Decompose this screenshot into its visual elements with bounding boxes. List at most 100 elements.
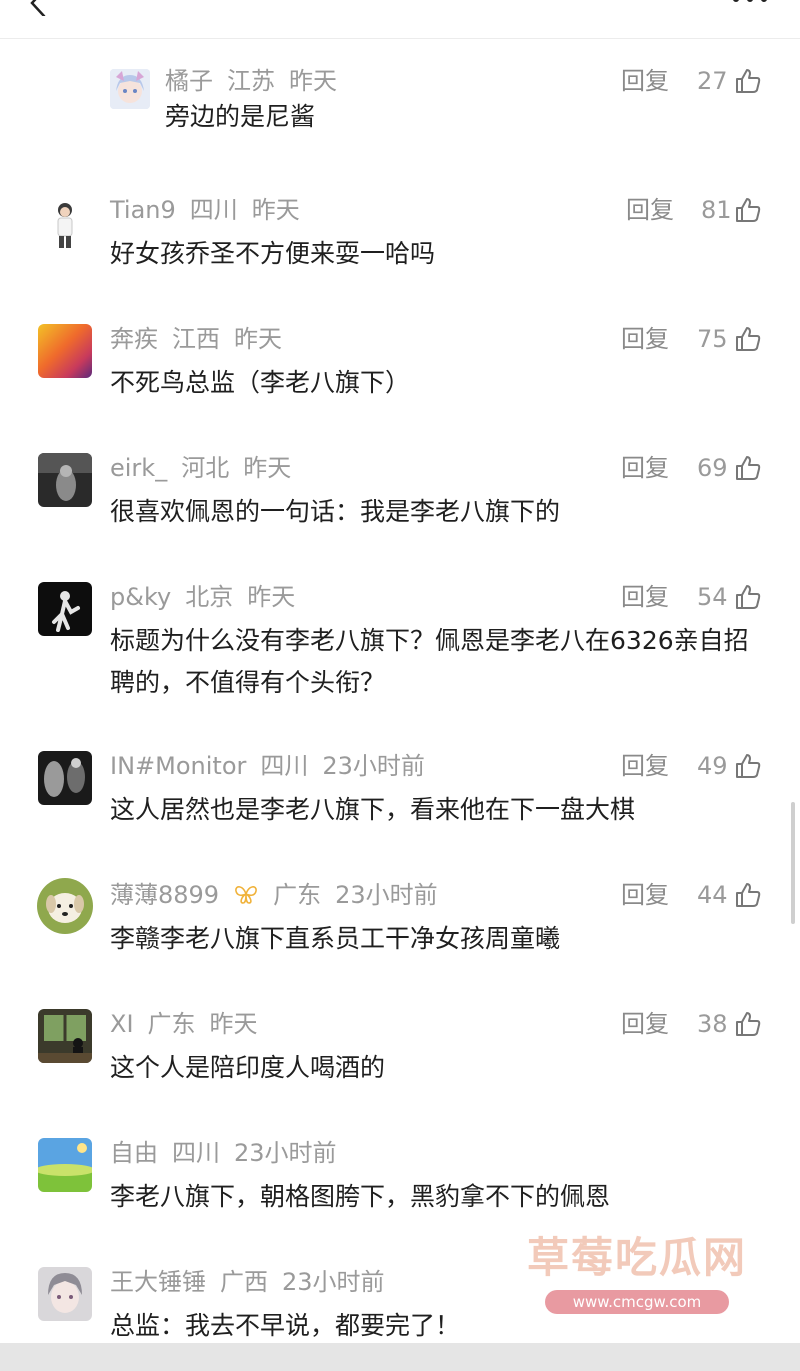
comment-item: XI 广东 昨天 回复 38 这个人是陪印度人喝酒的 bbox=[0, 1009, 800, 1099]
thumbs-up-icon[interactable] bbox=[734, 881, 762, 909]
reply-button[interactable]: 回复 bbox=[621, 880, 669, 910]
reply-button[interactable]: 回复 bbox=[626, 195, 674, 225]
reply-button[interactable]: 回复 bbox=[621, 1009, 669, 1039]
comment-item: 自由 四川 23小时前 李老八旗下，朝格图胯下，黑豹拿不下的佩恩 bbox=[0, 1138, 800, 1228]
comment-meta: XI 广东 昨天 bbox=[110, 1009, 272, 1039]
anime-boy-avatar-image bbox=[38, 1267, 92, 1321]
comment-text: 李赣李老八旗下直系员工干净女孩周童曦 bbox=[110, 924, 561, 953]
like-count: 81 bbox=[701, 196, 732, 224]
like-count: 38 bbox=[697, 1010, 728, 1038]
comment-time: 昨天 bbox=[209, 1010, 258, 1038]
comment-time: 昨天 bbox=[243, 454, 292, 482]
user-avatar[interactable] bbox=[38, 1267, 92, 1321]
watermark-url: www.cmcgw.com bbox=[544, 1290, 730, 1314]
user-avatar[interactable] bbox=[38, 453, 92, 507]
comment-username[interactable]: Tian9 bbox=[110, 196, 176, 224]
comment-text: 不死鸟总监（李老八旗下） bbox=[110, 368, 411, 397]
comment-time: 23小时前 bbox=[234, 1139, 337, 1167]
comment-meta: IN#Monitor 四川 23小时前 bbox=[110, 751, 439, 781]
comment-username[interactable]: p&ky bbox=[110, 583, 171, 611]
reply-button[interactable]: 回复 bbox=[621, 751, 669, 781]
comment-meta: Tian9 四川 昨天 bbox=[110, 195, 314, 225]
comment-time: 昨天 bbox=[251, 196, 300, 224]
comment-item: IN#Monitor 四川 23小时前 回复 49 这人居然也是李老八旗下，看来他在… bbox=[0, 751, 800, 841]
comment-region: 江苏 bbox=[227, 67, 275, 95]
comment-item: p&ky 北京 昨天 回复 54 标题为什么没有李老八旗下？佩恩是李老八在6326亲… bbox=[0, 582, 800, 712]
comment-text: 旁边的是尼酱 bbox=[165, 102, 316, 131]
comment-meta: 奔疾 江西 昨天 bbox=[110, 324, 296, 354]
comment-meta: p&ky 北京 昨天 bbox=[110, 582, 309, 612]
comment-text: 很喜欢佩恩的一句话：我是李老八旗下的 bbox=[110, 497, 561, 526]
reply-button[interactable]: 回复 bbox=[621, 453, 669, 483]
comment-time: 23小时前 bbox=[322, 752, 425, 780]
comment-meta: 薄薄8899 广东 23小时前 bbox=[110, 880, 452, 910]
watermark: 草莓吃瓜网 www.cmcgw.com bbox=[512, 1230, 762, 1330]
scrollbar[interactable] bbox=[791, 802, 795, 924]
comment-text: 这个人是陪印度人喝酒的 bbox=[110, 1053, 386, 1082]
gradient-avatar-image bbox=[38, 324, 92, 378]
user-avatar[interactable] bbox=[38, 582, 92, 636]
window-scene-avatar-image bbox=[38, 1009, 92, 1063]
comment-region: 北京 bbox=[185, 583, 234, 611]
top-bar bbox=[0, 0, 800, 39]
comment-username[interactable]: 奔疾 bbox=[110, 325, 158, 353]
puppy-avatar-image bbox=[37, 878, 93, 934]
comment-time: 23小时前 bbox=[335, 881, 438, 909]
user-avatar[interactable] bbox=[38, 751, 92, 805]
comment-username[interactable]: XI bbox=[110, 1010, 134, 1038]
user-avatar[interactable] bbox=[38, 1138, 92, 1192]
like-count: 54 bbox=[697, 583, 728, 611]
comment-meta: eirk_ 河北 昨天 bbox=[110, 453, 305, 483]
thumbs-up-icon[interactable] bbox=[734, 325, 762, 353]
comment-username[interactable]: 薄薄8899 bbox=[110, 881, 219, 909]
butterfly-badge-icon bbox=[235, 886, 257, 904]
comment-region: 四川 bbox=[189, 196, 238, 224]
cartoon-boy-avatar-image bbox=[38, 198, 92, 252]
thumbs-up-icon[interactable] bbox=[734, 583, 762, 611]
more-icon[interactable] bbox=[730, 0, 770, 4]
comment-username[interactable]: eirk_ bbox=[110, 454, 167, 482]
comment-username[interactable]: 自由 bbox=[110, 1139, 158, 1167]
thumbs-up-icon[interactable] bbox=[734, 752, 762, 780]
comment-text: 标题为什么没有李老八旗下？佩恩是李老八在6326亲自招聘的，不值得有个头衔？ bbox=[110, 626, 749, 697]
comment-meta: 橘子 江苏 昨天 bbox=[165, 66, 351, 96]
comment-region: 江西 bbox=[172, 325, 220, 353]
comment-text: 这人居然也是李老八旗下，看来他在下一盘大棋 bbox=[110, 795, 636, 824]
comment-time: 昨天 bbox=[289, 67, 337, 95]
comment-meta: 自由 四川 23小时前 bbox=[110, 1138, 351, 1168]
dancer-avatar-image bbox=[38, 582, 92, 636]
back-arrow-icon[interactable] bbox=[26, 0, 52, 16]
like-count: 69 bbox=[697, 454, 728, 482]
comment-time: 昨天 bbox=[247, 583, 296, 611]
comment-username[interactable]: IN#Monitor bbox=[110, 752, 246, 780]
comment-region: 河北 bbox=[181, 454, 230, 482]
comment-region: 四川 bbox=[260, 752, 309, 780]
user-avatar[interactable] bbox=[38, 324, 92, 378]
thumbs-up-icon[interactable] bbox=[734, 196, 762, 224]
bottom-strip bbox=[0, 1343, 800, 1371]
like-count: 75 bbox=[697, 325, 728, 353]
thumbs-up-icon[interactable] bbox=[734, 454, 762, 482]
thumbs-up-icon[interactable] bbox=[734, 1010, 762, 1038]
comment-region: 广东 bbox=[273, 881, 322, 909]
user-avatar[interactable] bbox=[110, 69, 150, 109]
comment-username[interactable]: 橘子 bbox=[165, 67, 213, 95]
reply-button[interactable]: 回复 bbox=[621, 582, 669, 612]
user-avatar[interactable] bbox=[37, 878, 93, 934]
comment-username[interactable]: 王大锤锤 bbox=[110, 1268, 206, 1296]
comment-meta: 王大锤锤 广西 23小时前 bbox=[110, 1267, 399, 1297]
comment-item: Tian9 四川 昨天 回复 81 好女孩乔圣不方便来耍一哈吗 bbox=[0, 195, 800, 285]
landscape-avatar-image bbox=[38, 1138, 92, 1192]
like-count: 27 bbox=[697, 67, 728, 95]
anime-girl-avatar-image bbox=[110, 69, 150, 109]
reply-button[interactable]: 回复 bbox=[621, 324, 669, 354]
like-count: 44 bbox=[697, 881, 728, 909]
comment-item: 薄薄8899 广东 23小时前 回复 44 李赣李老八旗下直系员工干净女孩周童曦 bbox=[0, 878, 800, 970]
comment-text: 好女孩乔圣不方便来耍一哈吗 bbox=[110, 239, 436, 268]
user-avatar[interactable] bbox=[38, 198, 92, 252]
user-avatar[interactable] bbox=[38, 1009, 92, 1063]
reply-button[interactable]: 回复 bbox=[621, 66, 669, 96]
comment-region: 四川 bbox=[172, 1139, 220, 1167]
thumbs-up-icon[interactable] bbox=[734, 67, 762, 95]
comment-text: 李老八旗下，朝格图胯下，黑豹拿不下的佩恩 bbox=[110, 1182, 611, 1211]
